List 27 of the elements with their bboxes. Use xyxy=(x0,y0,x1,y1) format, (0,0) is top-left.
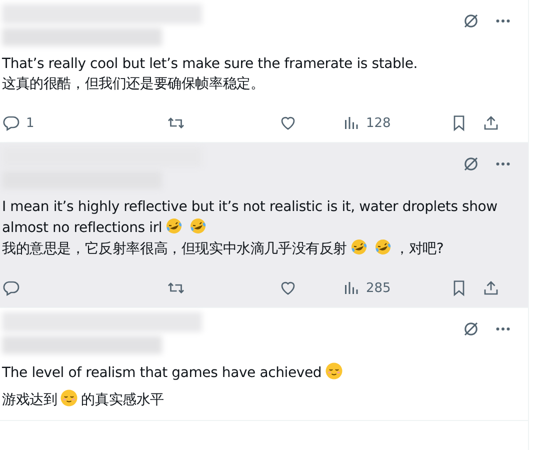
share-icon[interactable] xyxy=(482,114,500,132)
slashed-circle-icon[interactable] xyxy=(462,320,480,338)
reply-icon[interactable] xyxy=(2,279,20,297)
smiling-emoji-icon xyxy=(60,389,78,407)
reply-icon[interactable] xyxy=(2,114,20,132)
reply-text: 这真的很酷，但我们还是要确保帧率稳定。 xyxy=(2,76,264,92)
reply-text: ，对吧? xyxy=(395,241,444,257)
reply-text: That’s really cool but let’s make sure the framerate is stable. xyxy=(2,56,418,72)
slashed-circle-icon[interactable] xyxy=(462,155,480,173)
laughing-emoji-icon xyxy=(374,238,392,256)
laughing-emoji-icon xyxy=(350,238,368,256)
reply-text: 游戏达到 xyxy=(2,392,58,408)
views-icon[interactable] xyxy=(342,279,360,297)
view-count: 128 xyxy=(366,116,391,130)
reply-text: 我的意思是，它反射率很高，但现实中水滴几乎没有反射 xyxy=(2,241,348,257)
share-icon[interactable] xyxy=(482,279,500,297)
views-icon[interactable] xyxy=(342,114,360,132)
reply-text: I mean it’s highly reflective but it’s not realistic is it, water droplets show xyxy=(2,199,498,215)
reply-text: almost no reflections irl xyxy=(2,220,162,236)
view-count: 285 xyxy=(366,280,391,296)
reply-count: 1 xyxy=(26,116,34,130)
reply-text: 的真实感水平 xyxy=(81,392,164,408)
laughing-emoji-icon xyxy=(165,217,184,235)
laughing-emoji-icon xyxy=(189,217,208,235)
reply-text: The level of realism that games have achieved xyxy=(2,365,322,381)
slashed-circle-icon[interactable] xyxy=(462,12,480,30)
smiling-emoji-icon xyxy=(324,362,343,380)
